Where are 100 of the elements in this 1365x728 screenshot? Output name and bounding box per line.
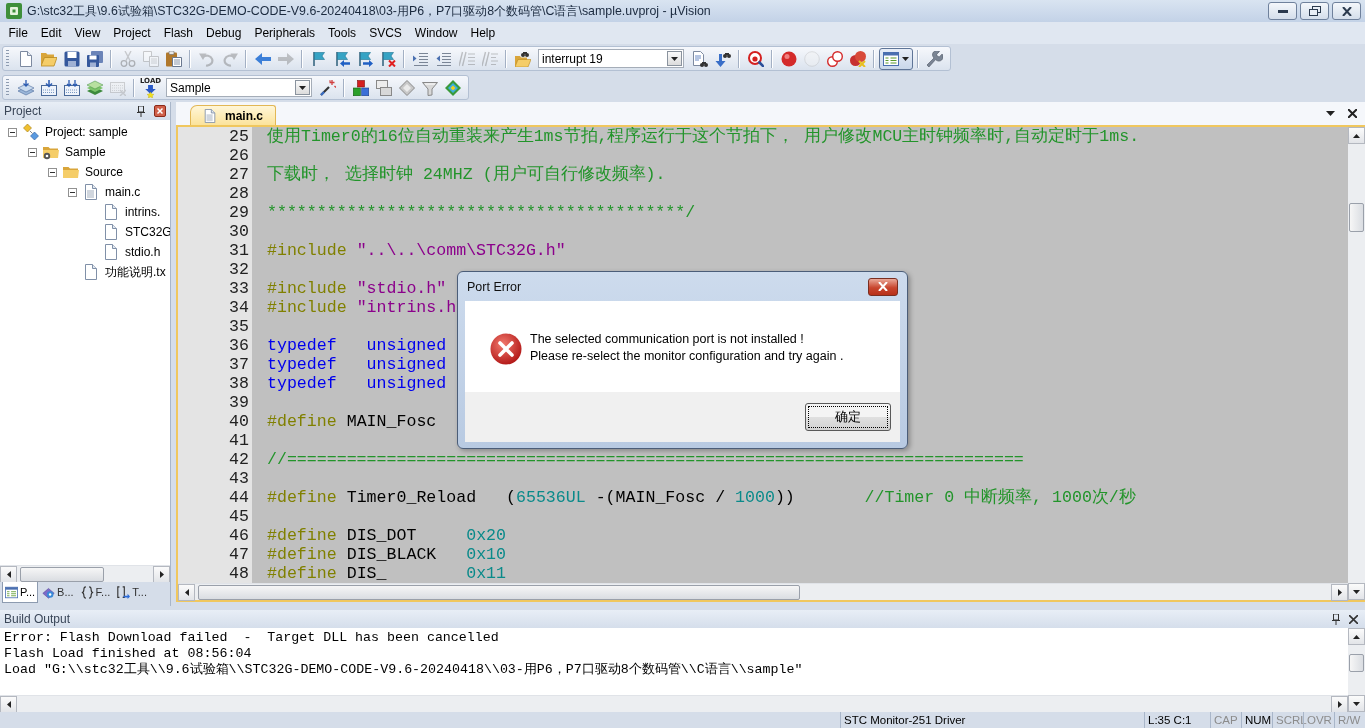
menu-item[interactable]: Edit [34,24,69,42]
line-number: 31 [229,241,249,260]
caret-down-icon [902,56,909,61]
scroll-arrow-button[interactable] [1348,628,1365,645]
close-button[interactable] [1332,2,1361,20]
tree-item[interactable]: Sample [65,145,106,159]
line-number: 42 [229,450,249,469]
panel-tab[interactable]: B... [39,582,77,603]
ok-button[interactable]: 确定 [805,403,891,431]
window-title: G:\stc32工具\9.6试验箱\STC32G-DEMO-CODE-V9.6-20240418\03-用P6，P7口驱动8个数码管\C语言\sample.uvproj - µVision [27,2,711,20]
braces-icon [80,585,94,599]
line-number: 29 [229,203,249,222]
slashes-lines-icon [458,50,475,67]
floppy-disks-icon [86,50,103,67]
flag-arrow-left-icon [333,50,350,67]
triangle-left-icon [184,589,189,596]
code-line: typedef unsigned [267,355,447,374]
blocks-icon [352,79,369,96]
scroll-thumb[interactable] [198,585,800,600]
line-number: 39 [229,393,249,412]
code-line: #include "stdio.h" [267,279,447,298]
scroll-arrow-button[interactable] [1331,584,1348,601]
tree-item[interactable]: Source [85,165,124,179]
close-icon[interactable] [1348,109,1357,118]
panel-tab[interactable]: P... [2,582,39,603]
combo-box[interactable]: Sample [166,78,312,97]
scrollbar[interactable] [1348,127,1365,600]
code-line: //========================================================================== [267,450,1024,469]
line-number: 41 [229,431,249,450]
empty-dot-icon [803,50,820,67]
menu-item[interactable]: Peripherals [247,24,322,42]
tree-window-icon [5,585,18,599]
minus-box-icon[interactable] [8,127,17,137]
menu-item[interactable]: Flash [157,24,200,42]
scrollbar[interactable] [1348,628,1365,712]
line-number: 43 [229,469,249,488]
menu-item[interactable]: Help [464,24,502,42]
tree-item[interactable]: Project: sample [45,125,128,139]
minus-box-icon[interactable] [68,187,77,197]
new-file-icon [17,50,34,67]
scroll-arrow-button[interactable] [1348,127,1365,144]
document-icon [83,264,99,280]
tree-item[interactable]: stdio.h [125,245,161,259]
restore-button[interactable] [1300,2,1329,20]
scrollbar[interactable] [0,565,170,582]
minimize-icon [1277,9,1288,13]
status-indicator: NUM [1245,714,1272,726]
scrollbar[interactable] [178,583,1348,600]
slashes-lines-icon [481,50,498,67]
scroll-arrow-button[interactable] [1348,583,1365,600]
panel-tab[interactable]: T... [114,582,150,603]
close-icon[interactable] [1349,614,1358,624]
line-number: 36 [229,336,249,355]
status-indicator: SCRL [1276,714,1307,726]
triangle-right-icon [1337,701,1342,708]
scroll-thumb[interactable] [1349,203,1364,232]
copy-icon [142,50,159,67]
line-number: 48 [229,564,249,583]
line-number: 28 [229,184,249,203]
grid-cross-icon [109,79,126,96]
output-line: Error: Flash Download failed - Target DLL has been cancelled [4,630,499,646]
menu-item[interactable]: Tools [321,24,363,42]
flag-cross-icon [379,50,396,67]
caret-down-icon[interactable] [1326,111,1335,116]
triangle-up-icon [1353,133,1360,138]
close-icon[interactable] [154,105,166,117]
tree-item[interactable]: 功能说明.tx [105,263,166,281]
scroll-arrow-button[interactable] [178,584,195,601]
tree-item[interactable]: main.c [105,185,141,199]
funnel-icon [421,79,438,96]
menu-item[interactable]: File [2,24,35,42]
minimize-button[interactable] [1268,2,1297,20]
window-arrow-icon [40,79,57,96]
pin-icon[interactable] [1332,613,1340,625]
line-number: 34 [229,298,249,317]
minus-box-icon[interactable] [28,147,37,157]
code-line: ******************************************/ [267,203,696,222]
pin-icon[interactable] [137,105,145,117]
menu-item[interactable]: Window [408,24,464,42]
triangle-down-icon [1353,701,1360,706]
scroll-thumb[interactable] [1349,654,1364,672]
output-line: Load "G:\\stc32工具\\9.6试验箱\\STC32G-DEMO-CODE-V9.6-20240418\\03-用P6，P7口驱动8个数码管\\C语言\\sample" [4,662,803,678]
stacked-windows-icon [375,79,392,96]
tree-item[interactable]: STC32G [125,225,170,239]
menu-item[interactable]: Project [106,24,158,42]
panel-tab[interactable]: F... [77,582,114,603]
minus-box-icon[interactable] [48,167,57,177]
scroll-arrow-button[interactable] [1348,695,1365,712]
combo-box[interactable]: interrupt 19 [538,49,684,68]
close-button[interactable] [868,277,898,296]
code-line: #define DIS_BLACK 0x10 [267,545,506,564]
menu-item[interactable]: View [68,24,107,42]
scrollbar[interactable] [0,695,1348,712]
menu-item[interactable]: SVCS [362,24,409,42]
dots-cross-icon [849,50,866,67]
file-tab[interactable]: main.c [190,105,276,125]
menu-item[interactable]: Debug [199,24,248,42]
scroll-thumb[interactable] [20,567,104,582]
tree-item[interactable]: intrins. [125,205,161,219]
line-number: 35 [229,317,249,336]
